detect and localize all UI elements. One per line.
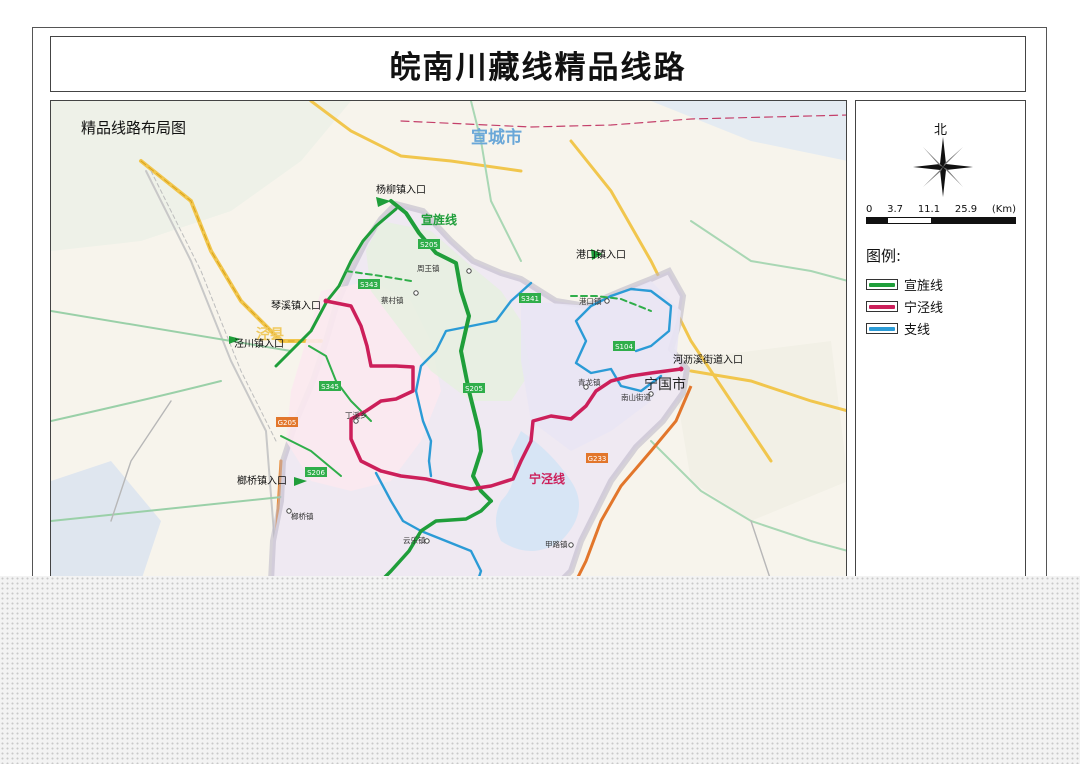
scale-label: (Km)	[991, 204, 1016, 215]
road-label: G205	[278, 419, 297, 427]
road-shield: G233	[586, 453, 608, 463]
road-label: G233	[588, 455, 607, 463]
road-shield: S341	[519, 293, 541, 303]
town-label: 港口镇	[579, 296, 602, 306]
route-label-ningjing: 宁泾线	[529, 471, 565, 486]
scale-label: 25.9	[954, 204, 978, 215]
town-label: 丁溪乡	[345, 410, 368, 420]
legend-title: 图例:	[866, 247, 902, 265]
road-label: S205	[420, 241, 438, 249]
town-label: 榔桥镇	[291, 511, 314, 521]
legend-item-ningjing: 宁泾线	[866, 297, 943, 316]
town-label: 甲路镇	[545, 539, 568, 549]
pixelated-cover	[0, 576, 1080, 764]
entrance-label-yangliu: 杨柳镇入口	[376, 183, 426, 196]
title-box: 皖南川藏线精品线路	[50, 36, 1026, 92]
legend-label: 宁泾线	[904, 301, 944, 316]
road-label: S341	[521, 295, 539, 303]
road-shield: S205	[418, 239, 440, 249]
entrance-label-lanqiao: 榔桥镇入口	[237, 474, 287, 487]
road-shield: S206	[305, 467, 327, 477]
route-label-xuanjing: 宣旌线	[421, 212, 457, 227]
town-label: 蔡村镇	[381, 295, 404, 305]
entrance-label-jingchuan: 泾川镇入口	[234, 337, 284, 350]
legend-swatch	[866, 301, 898, 312]
road-shield: S205	[463, 383, 485, 393]
road-label: S206	[307, 469, 325, 477]
town-label: 青龙镇	[578, 377, 601, 387]
entrance-label-qinxi: 琴溪镇入口	[271, 299, 321, 312]
legend-item-xuanjing: 宣旌线	[866, 275, 943, 294]
entrance-label-heli: 河沥溪街道入口	[673, 353, 743, 366]
compass-icon	[913, 137, 973, 197]
scale-label: 11.1	[917, 204, 941, 215]
page-title: 皖南川藏线精品线路	[389, 49, 687, 86]
city-label-ningguo: 宁国市	[644, 376, 686, 393]
road-label: S343	[360, 281, 378, 289]
road-shield: S343	[358, 279, 380, 289]
legend-swatch	[866, 323, 898, 334]
scale-labels: 0 3.7 11.1 25.9 (Km)	[866, 204, 1016, 215]
legend-label: 支线	[904, 323, 931, 338]
road-label: S205	[465, 385, 483, 393]
legend-item-branch: 支线	[866, 319, 930, 338]
scale-label: 3.7	[887, 204, 904, 215]
road-shield: G205	[276, 417, 298, 427]
town-label: 南山街道	[621, 392, 651, 402]
legend-label: 宣旌线	[904, 279, 944, 294]
road-label: S345	[321, 383, 339, 391]
scale-bar: 0 3.7 11.1 25.9 (Km)	[866, 204, 1016, 224]
road-shield: S104	[613, 341, 635, 351]
entrance-label-gangkou: 港口镇入口	[576, 248, 626, 261]
map-subtitle: 精品线路布局图	[81, 119, 187, 137]
legend-swatch	[866, 279, 898, 290]
town-label: 云乐镇	[403, 535, 426, 545]
scale-bar-graphic	[866, 217, 1016, 224]
road-shield: S345	[319, 381, 341, 391]
town-label: 周王镇	[417, 263, 440, 273]
road-label: S104	[615, 343, 633, 351]
scale-label: 0	[866, 204, 873, 215]
city-label-xuancheng: 宣城市	[471, 127, 522, 148]
